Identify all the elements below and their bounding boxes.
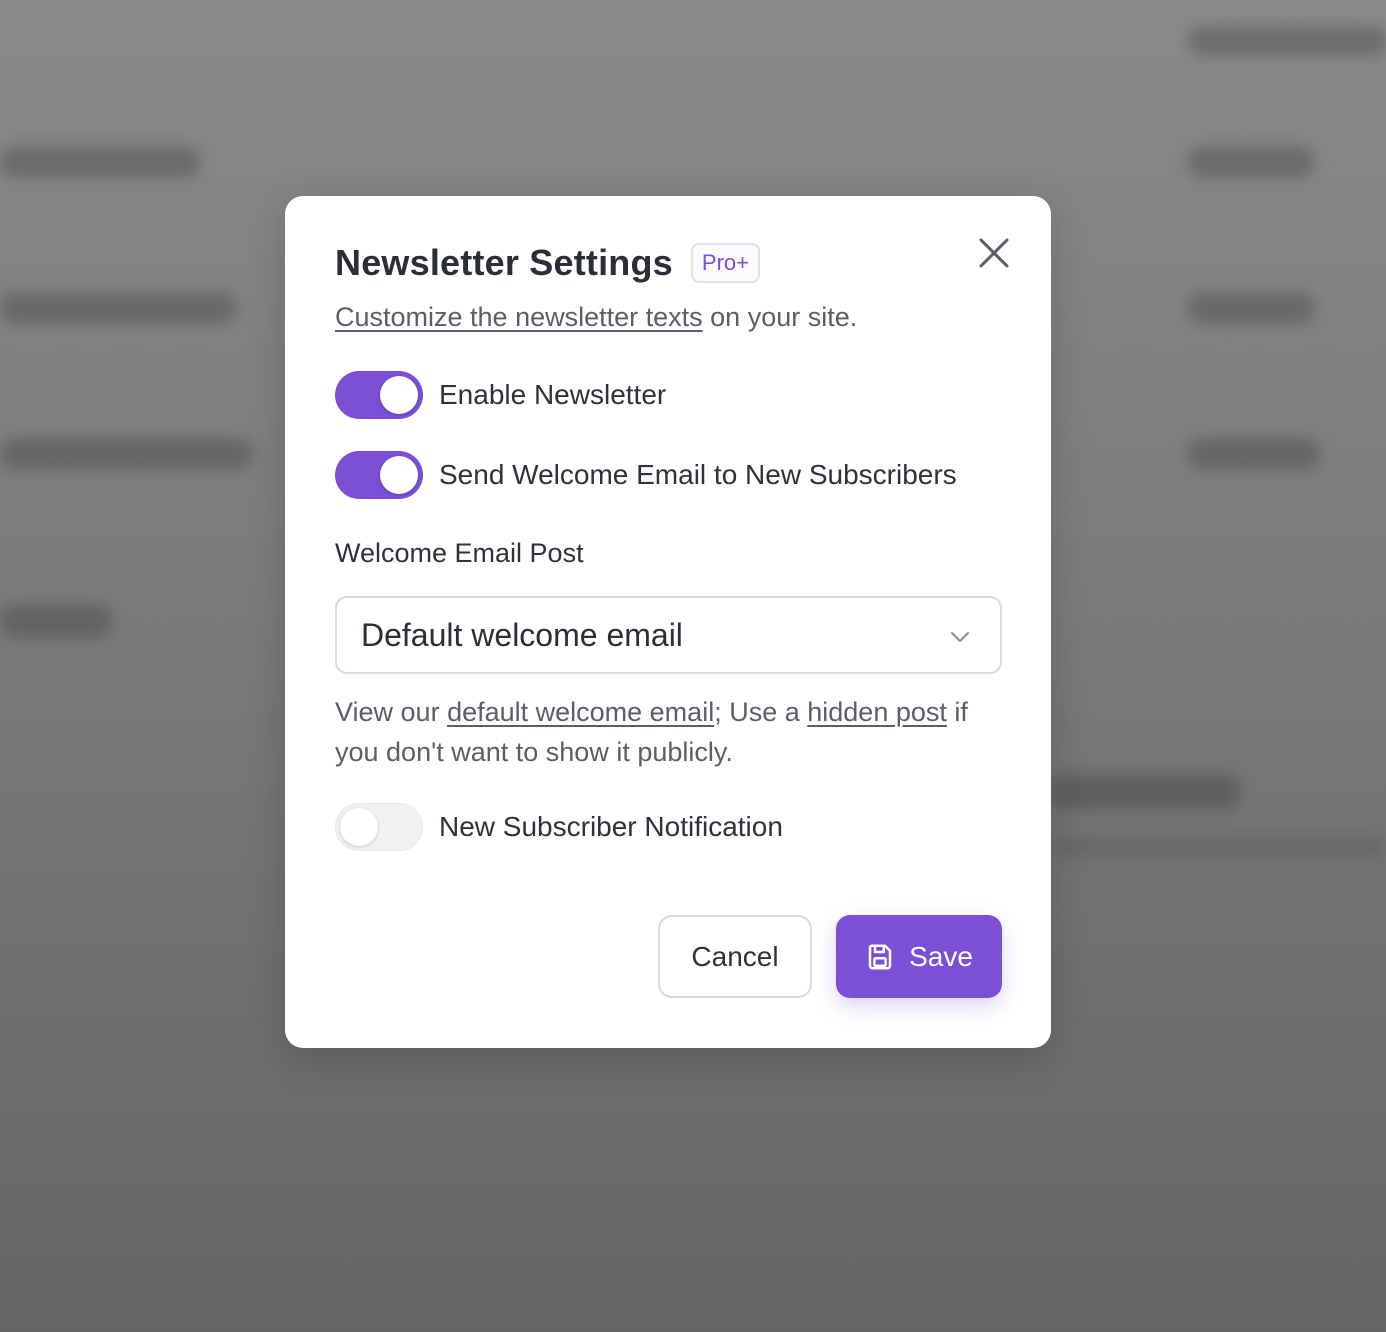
background-blur-block [1188,146,1314,178]
toggle-knob [340,808,378,846]
chevron-down-icon [951,632,969,642]
save-icon [868,944,892,969]
newsletter-settings-dialog: Newsletter Settings Pro+ Customize the n… [285,196,1051,1048]
welcome-email-post-select[interactable]: Default welcome email [335,596,1002,674]
save-button[interactable]: Save [836,915,1002,998]
enable-newsletter-row: Enable Newsletter [335,371,666,419]
background-blur-block [1050,836,1386,858]
save-label: Save [909,940,973,972]
hidden-post-link[interactable]: hidden post [807,697,947,727]
background-blur-block [1188,292,1314,324]
help-prefix: View our [335,697,448,727]
send-welcome-email-toggle[interactable] [335,451,423,499]
welcome-email-help-text: View our default welcome email; Use a hi… [335,692,995,772]
close-button[interactable] [977,236,1011,270]
background-blur-block [0,438,252,470]
enable-newsletter-toggle[interactable] [335,371,423,419]
background-blur-block [1188,26,1386,56]
cancel-button[interactable]: Cancel [658,915,812,998]
background-blur-block [0,604,112,638]
new-subscriber-notification-label: New Subscriber Notification [439,811,783,842]
dialog-header: Newsletter Settings Pro+ [335,242,760,284]
pro-plus-badge: Pro+ [690,243,760,283]
welcome-email-row: Send Welcome Email to New Subscribers [335,451,957,499]
default-welcome-email-link[interactable]: default welcome email [447,697,714,727]
close-icon [979,238,1009,268]
background-blur-block [1188,438,1320,470]
dialog-subtitle: Customize the newsletter texts on your s… [335,302,857,333]
enable-newsletter-label: Enable Newsletter [439,379,667,410]
background-divider [270,116,1386,118]
send-welcome-email-label: Send Welcome Email to New Subscribers [439,459,957,490]
cancel-label: Cancel [691,940,779,972]
toggle-knob [380,456,418,494]
help-middle: ; Use a [714,697,808,727]
customize-newsletter-texts-link[interactable]: Customize the newsletter texts [335,302,703,332]
dialog-title: Newsletter Settings [335,242,673,283]
subtitle-text: on your site. [702,302,858,332]
new-subscriber-notification-toggle[interactable] [335,803,423,851]
background-blur-block [0,146,200,178]
selected-value: Default welcome email [361,616,683,653]
welcome-email-post-label: Welcome Email Post [335,538,584,568]
toggle-knob [380,376,418,414]
background-blur-block [1050,774,1240,810]
subscriber-notification-row: New Subscriber Notification [335,803,783,851]
background-blur-block [0,292,236,324]
